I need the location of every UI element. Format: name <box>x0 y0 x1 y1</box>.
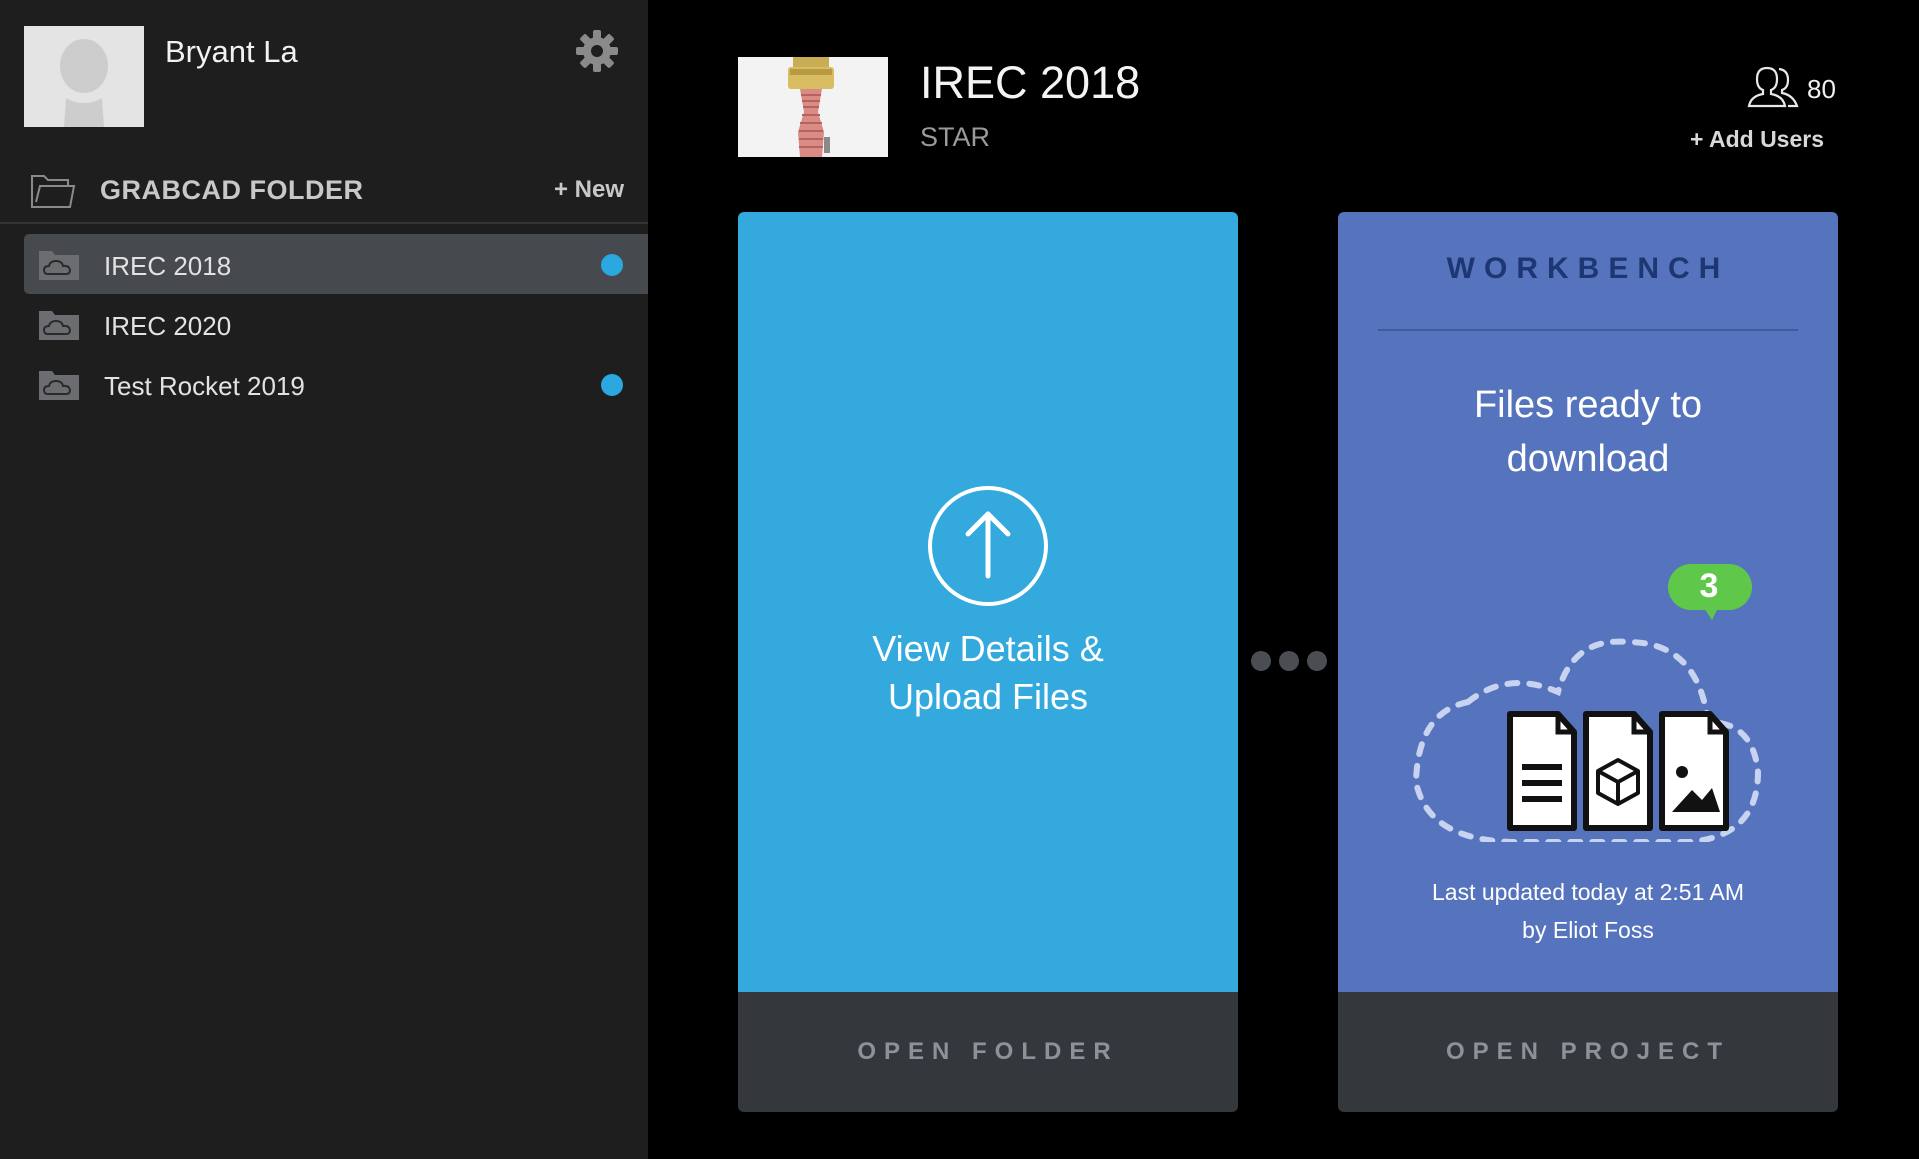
files-ready-line2: download <box>1506 438 1670 480</box>
folder-outline-icon <box>31 175 76 208</box>
folder-header-title: GRABCAD FOLDER <box>100 175 364 205</box>
folder-item-label: Test Rocket 2019 <box>104 371 305 401</box>
project-card-body[interactable]: WORKBENCH Files ready to download 3 Last… <box>1338 212 1838 992</box>
new-folder-button[interactable]: + New <box>554 176 624 204</box>
folder-card[interactable]: View Details & Upload Files OPEN FOLDER <box>738 212 1238 1112</box>
files-count-badge-number: 3 <box>1699 567 1719 605</box>
folder-item-irec-2020[interactable]: IREC 2020 <box>24 294 648 354</box>
user-count: 80 <box>1807 74 1836 104</box>
project-subtitle: STAR <box>920 122 991 152</box>
workbench-heading: WORKBENCH <box>1446 252 1730 285</box>
unread-indicator <box>601 254 623 276</box>
document-icon <box>1507 711 1577 831</box>
connector-dots-icon <box>1251 651 1327 671</box>
users-icon[interactable] <box>1747 64 1799 108</box>
project-title: IREC 2018 <box>920 57 1141 108</box>
unread-indicator <box>601 374 623 396</box>
open-folder-button[interactable]: OPEN FOLDER <box>738 992 1238 1112</box>
folder-item-irec-2018[interactable]: IREC 2018 <box>24 234 648 294</box>
folder-item-label: IREC 2020 <box>104 311 232 341</box>
folder-card-body[interactable]: View Details & Upload Files <box>738 212 1238 992</box>
last-updated-line1: Last updated today at 2:51 AM <box>1431 879 1744 905</box>
add-users-button[interactable]: + Add Users <box>1690 126 1824 153</box>
cloud-folder-icon <box>39 251 79 280</box>
folder-header: GRABCAD FOLDER + New <box>0 164 648 224</box>
folder-card-line2: Upload Files <box>887 676 1089 717</box>
rocket-model-thumbnail <box>738 57 888 157</box>
folder-item-label: IREC 2018 <box>104 251 232 281</box>
folder-card-line1: View Details & <box>872 628 1104 669</box>
upload-arrow-icon <box>928 486 1048 606</box>
divider <box>1378 329 1798 331</box>
folder-list: IREC 2018 IREC 2020 Test Rocket 2019 <box>0 234 648 414</box>
user-silhouette-icon <box>24 26 144 127</box>
user-name: Bryant La <box>165 34 298 69</box>
folder-item-test-rocket-2019[interactable]: Test Rocket 2019 <box>24 354 648 414</box>
app-window: Bryant La GRABCAD FOLDER + New IREC 2018… <box>0 0 1919 1159</box>
last-updated-line2: by Eliot Foss <box>1522 917 1654 943</box>
sidebar: Bryant La GRABCAD FOLDER + New IREC 2018… <box>0 0 648 1159</box>
avatar[interactable] <box>24 26 144 127</box>
main-panel: IREC 2018 STAR 80 + Add Users View Detai… <box>648 0 1919 1159</box>
image-icon <box>1659 711 1729 831</box>
project-thumbnail <box>738 57 888 157</box>
gear-icon[interactable] <box>574 28 620 74</box>
cloud-folder-icon <box>39 311 79 340</box>
open-project-button[interactable]: OPEN PROJECT <box>1338 992 1838 1112</box>
cube-icon <box>1583 711 1653 831</box>
cloud-folder-icon <box>39 371 79 400</box>
project-card[interactable]: WORKBENCH Files ready to download 3 Last… <box>1338 212 1838 1112</box>
files-ready-line1: Files ready to <box>1473 384 1703 426</box>
